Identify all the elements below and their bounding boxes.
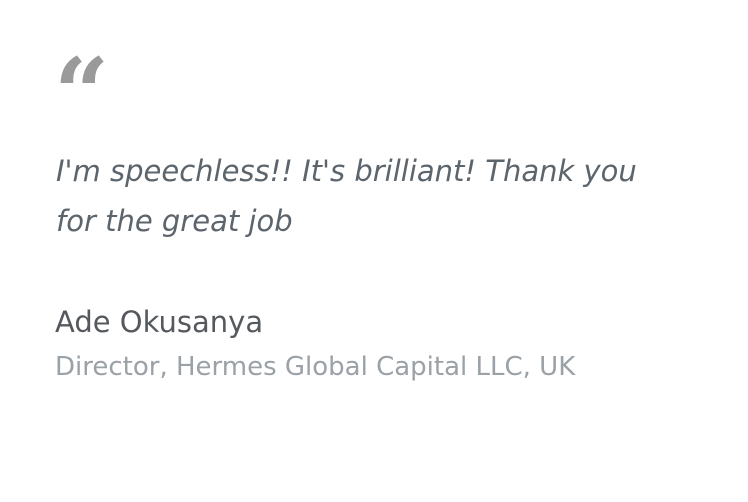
- testimonial-quote: I'm speechless!! It's brilliant! Thank y…: [56, 154, 637, 238]
- author-title: Director, Hermes Global Capital LLC, UK: [55, 352, 576, 382]
- author-name: Ade Okusanya: [55, 305, 264, 339]
- left-double-quote-icon: “: [54, 37, 110, 150]
- testimonial-card: “ I'm speechless!! It's brilliant! Thank…: [0, 0, 748, 502]
